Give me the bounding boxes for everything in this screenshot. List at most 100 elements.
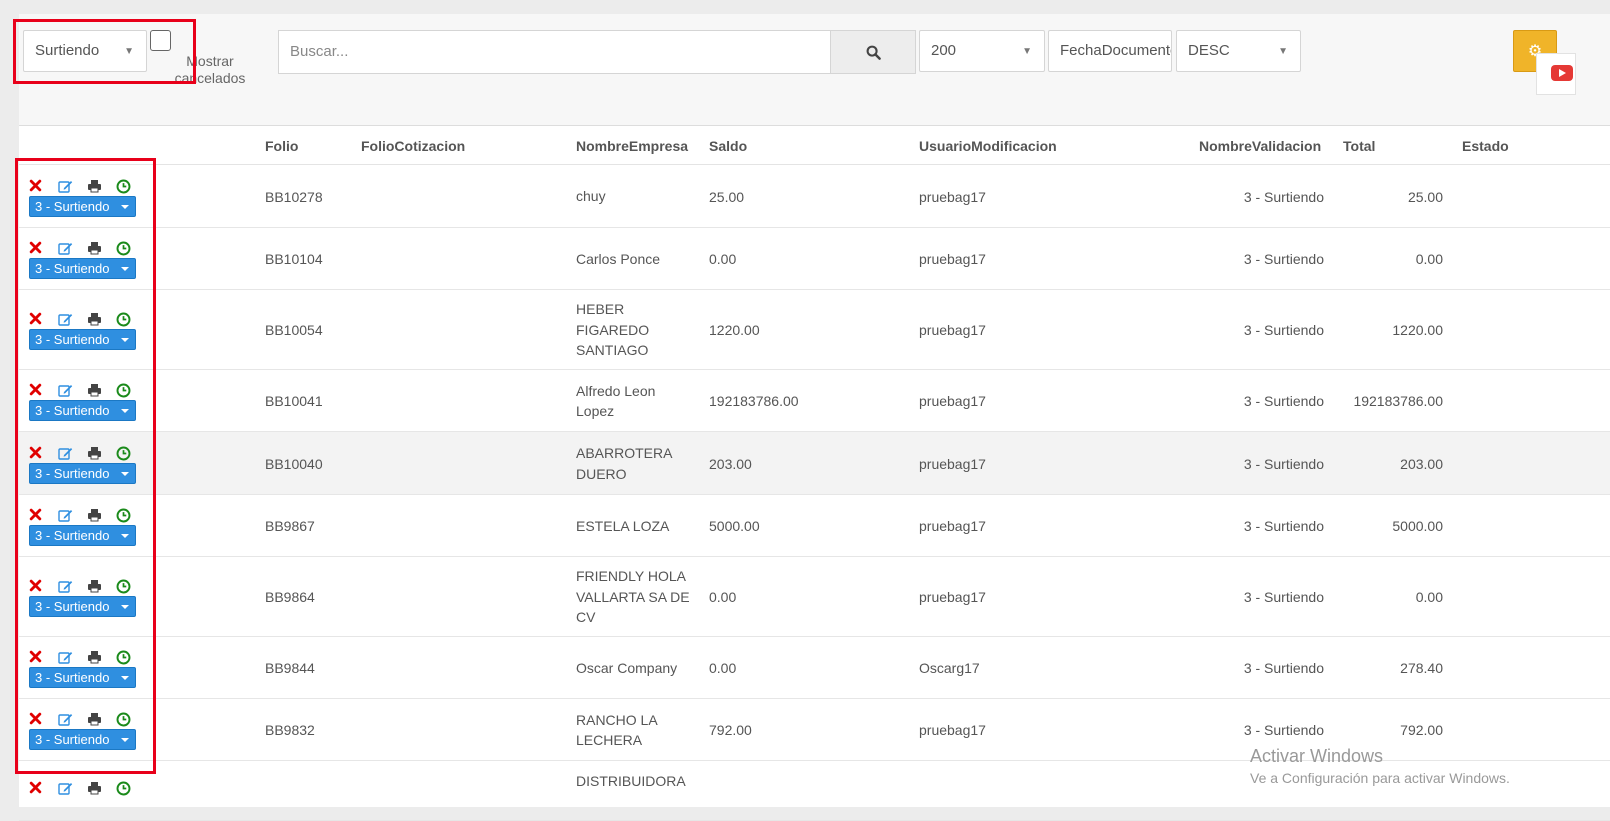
folio-cell: BB10054 <box>265 322 323 338</box>
saldo-cell: 0.00 <box>709 251 737 267</box>
nombre-empresa-cell: Carlos Ponce <box>576 249 660 270</box>
column-usuario-modificacion[interactable]: UsuarioModificacion <box>919 138 1057 154</box>
nombre-validacion-cell: 3 - Surtiendo <box>1243 251 1324 267</box>
nombre-empresa-line: CV <box>576 609 596 626</box>
column-nombre-empresa[interactable]: NombreEmpresa <box>576 138 688 154</box>
page-size-select[interactable]: 200 ▼ <box>919 30 1045 72</box>
nombre-empresa-line: FIGAREDO <box>576 321 650 338</box>
nombre-empresa-cell: RANCHO LA LECHERA <box>576 710 658 751</box>
table-row[interactable]: 3 - Surtiendo BB10040 ABARROTERA DUERO 203.0… <box>19 432 1610 495</box>
table-row[interactable]: 3 - Surtiendo BB10278 chuy 25.00 pruebag17 3 … <box>19 165 1610 228</box>
sort-field-value: FechaDocumento <box>1060 42 1172 59</box>
nombre-empresa-line: VALLARTA SA DE <box>576 588 690 605</box>
usuario-modificacion-cell: Oscarg17 <box>919 660 980 676</box>
youtube-icon <box>1551 65 1573 81</box>
search-button[interactable] <box>830 30 916 74</box>
print-icon[interactable] <box>87 781 102 798</box>
nombre-empresa-line: HEBER <box>576 301 625 318</box>
folio-cell: BB9832 <box>265 722 315 738</box>
nombre-empresa-line: FRIENDLY HOLA <box>576 568 686 585</box>
table-row[interactable]: 3 - Surtiendo BB9867 ESTELA LOZA 5000.00 pru… <box>19 495 1610 557</box>
column-total[interactable]: Total <box>1343 138 1375 154</box>
chevron-down-icon: ▼ <box>1022 46 1032 57</box>
nombre-empresa-line: RANCHO LA <box>576 711 658 728</box>
sort-order-select[interactable]: DESC ▼ <box>1176 30 1301 72</box>
nombre-validacion-cell: 3 - Surtiendo <box>1243 188 1324 205</box>
nombre-empresa-cell: Oscar Company <box>576 658 677 679</box>
nombre-empresa-cell: Alfredo Leon Lopez <box>576 381 655 422</box>
nombre-empresa-line: Oscar Company <box>576 659 678 676</box>
usuario-modificacion-cell: pruebag17 <box>919 722 986 738</box>
usuario-modificacion-cell: pruebag17 <box>919 455 986 472</box>
column-nombre-validacion[interactable]: NombreValidacion <box>1199 138 1321 154</box>
nombre-empresa-cell: DISTRIBUIDORA <box>576 771 686 792</box>
nombre-empresa-line: ABARROTERA <box>576 445 673 461</box>
column-folio[interactable]: Folio <box>265 138 298 154</box>
search-icon <box>866 45 881 60</box>
nombre-validacion-cell: 3 - Surtiendo <box>1243 322 1324 338</box>
sort-field-select[interactable]: FechaDocumento <box>1048 30 1172 72</box>
nombre-empresa-cell: ESTELA LOZA <box>576 516 669 537</box>
nombre-empresa-line: Lopez <box>576 403 615 419</box>
nombre-empresa-line: Alfredo Leon <box>576 382 656 399</box>
folio-cell: BB9867 <box>265 518 315 534</box>
saldo-cell: 0.00 <box>709 589 737 605</box>
nombre-empresa-cell: chuy <box>576 186 606 207</box>
nombre-validacion-cell: 3 - Surtiendo <box>1243 722 1324 738</box>
nombre-empresa-line: LECHERA <box>576 732 643 748</box>
windows-watermark-title: Activar Windows <box>1250 746 1384 766</box>
column-saldo[interactable]: Saldo <box>709 138 747 154</box>
saldo-cell: 25.00 <box>709 188 745 205</box>
table-row[interactable]: 3 - Surtiendo BB10054 HEBER FIGAREDO SANTIAG… <box>19 290 1610 370</box>
total-cell: 0.00 <box>1415 251 1443 267</box>
total-cell: 792.00 <box>1400 722 1443 738</box>
history-icon[interactable] <box>116 781 131 799</box>
sort-order-value: DESC <box>1188 42 1230 59</box>
total-cell: 192183786.00 <box>1353 393 1443 409</box>
usuario-modificacion-cell: pruebag17 <box>919 251 986 267</box>
chevron-down-icon: ▼ <box>1278 46 1288 57</box>
total-cell: 25.00 <box>1407 188 1443 205</box>
nombre-empresa-cell: FRIENDLY HOLA VALLARTA SA DE CV <box>576 566 690 628</box>
saldo-cell: 192183786.00 <box>709 393 799 409</box>
usuario-modificacion-cell: pruebag17 <box>919 518 986 534</box>
saldo-cell: 1220.00 <box>709 322 760 338</box>
search-input[interactable]: Buscar... <box>278 30 831 74</box>
nombre-empresa-line: ESTELA LOZA <box>576 517 670 534</box>
folio-cell: BB10040 <box>265 455 323 472</box>
nombre-empresa-line: chuy <box>576 188 606 205</box>
folio-cell: BB10104 <box>265 251 323 267</box>
edit-icon[interactable] <box>58 781 73 798</box>
youtube-tab[interactable] <box>1536 53 1576 95</box>
saldo-cell: 0.00 <box>709 660 737 676</box>
nombre-validacion-cell: 3 - Surtiendo <box>1243 518 1324 534</box>
saldo-cell: 792.00 <box>709 722 752 738</box>
nombre-empresa-line: Carlos Ponce <box>576 250 661 267</box>
nombre-validacion-cell: 3 - Surtiendo <box>1243 393 1324 409</box>
folio-cell: BB9864 <box>265 589 315 605</box>
column-folio-cotizacion[interactable]: FolioCotizacion <box>361 138 465 154</box>
folio-cell: BB9844 <box>265 660 315 676</box>
nombre-empresa-line: SANTIAGO <box>576 342 649 359</box>
column-estado[interactable]: Estado <box>1462 138 1509 154</box>
total-cell: 0.00 <box>1415 589 1443 605</box>
table-row[interactable]: 3 - Surtiendo BB10041 Alfredo Leon Lopez 192… <box>19 370 1610 432</box>
windows-watermark-subtitle: Ve a Configuración para activar Windows. <box>1250 770 1510 786</box>
folio-cell: BB10278 <box>265 188 323 205</box>
nombre-empresa-cell: HEBER FIGAREDO SANTIAGO <box>576 299 649 361</box>
page-size-value: 200 <box>931 42 957 59</box>
nombre-empresa-line: DUERO <box>576 465 627 482</box>
folio-cell: BB10041 <box>265 393 323 409</box>
table-row[interactable]: 3 - Surtiendo BB9864 FRIENDLY HOLA VALLARTA… <box>19 557 1610 637</box>
total-cell: 5000.00 <box>1392 518 1443 534</box>
nombre-validacion-cell: 3 - Surtiendo <box>1243 455 1324 472</box>
usuario-modificacion-cell: pruebag17 <box>919 188 986 205</box>
filter-highlight-box <box>13 19 196 84</box>
table-row[interactable]: 3 - Surtiendo BB10104 Carlos Ponce 0.00 prue… <box>19 228 1610 290</box>
usuario-modificacion-cell: pruebag17 <box>919 393 986 409</box>
usuario-modificacion-cell: pruebag17 <box>919 322 986 338</box>
nombre-validacion-cell: 3 - Surtiendo <box>1243 660 1324 676</box>
total-cell: 1220.00 <box>1392 322 1443 338</box>
delete-icon[interactable] <box>29 781 42 797</box>
table-row[interactable]: 3 - Surtiendo BB9844 Oscar Company 0.00 Osca… <box>19 637 1610 699</box>
